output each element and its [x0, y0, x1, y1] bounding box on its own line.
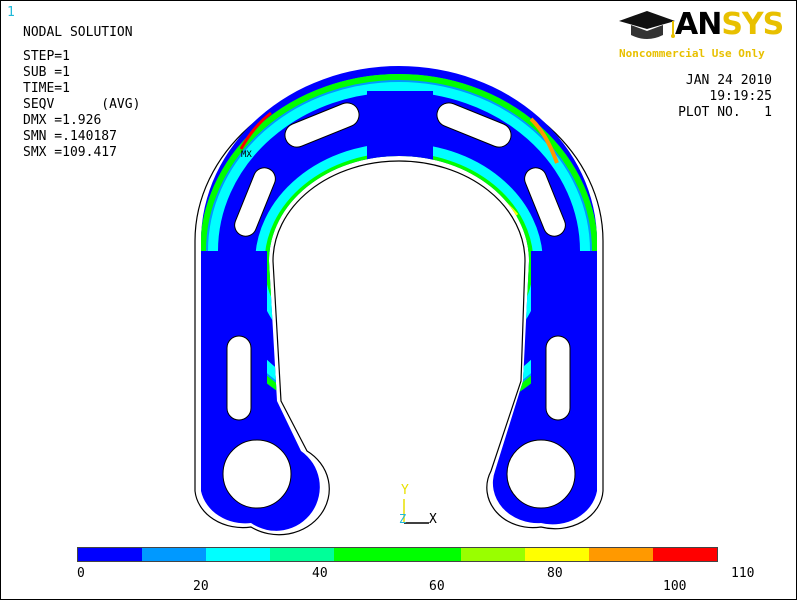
blue-crown — [367, 91, 433, 161]
triad-label-z: Z — [399, 512, 407, 526]
legend-segment — [653, 548, 718, 561]
legend-segment — [333, 548, 398, 561]
mx-marker: MX — [241, 150, 252, 160]
legend-tick-label: 0 — [77, 566, 85, 581]
plot-window: 1 NODAL SOLUTION STEP=1 SUB =1 TIME=1 SE… — [0, 0, 797, 600]
slot-left-leg — [226, 335, 252, 421]
legend-segment — [141, 548, 206, 561]
legend-segment — [78, 548, 142, 561]
legend-segment — [205, 548, 270, 561]
band-green-inner — [264, 152, 534, 374]
legend-tick-label: 100 — [663, 579, 687, 594]
band-cyan-inner — [255, 143, 543, 383]
hole-right — [506, 439, 576, 509]
triad-label-y: Y — [401, 483, 409, 498]
legend-tick-label: 80 — [547, 566, 563, 581]
legend-tick-label: 110 — [731, 566, 755, 581]
slot-right-leg — [545, 335, 571, 421]
stress-bands — [201, 74, 597, 491]
hole-left — [222, 439, 292, 509]
legend-tick-label: 40 — [312, 566, 328, 581]
legend-tick-label: 20 — [193, 579, 209, 594]
stress-contour-model: MX — [194, 66, 604, 536]
legend-segment — [461, 548, 526, 561]
legend-segment — [589, 548, 654, 561]
contour-legend-bar — [77, 547, 718, 562]
triad-label-x: X — [429, 512, 437, 527]
legend-segment — [397, 548, 462, 561]
legend-tick-label: 60 — [429, 579, 445, 594]
legend-segment — [269, 548, 334, 561]
legend-segment — [525, 548, 590, 561]
